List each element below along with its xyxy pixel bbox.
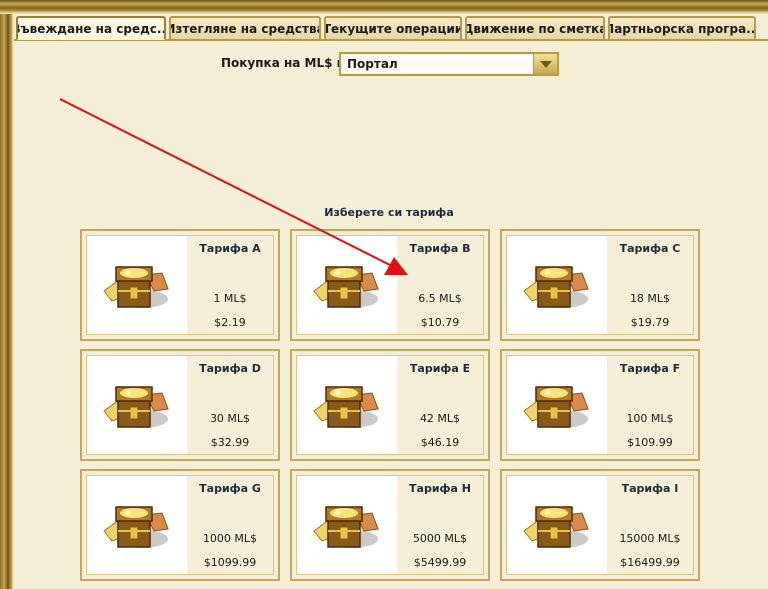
tariff-price: $16499.99 bbox=[620, 556, 680, 569]
tariff-card[interactable]: Тарифа F 100 ML$ $109.99 bbox=[500, 349, 700, 461]
treasure-chest-icon bbox=[297, 356, 397, 454]
purchase-location-select[interactable]: Портал bbox=[339, 52, 559, 76]
tab-partner-program[interactable]: Партньорска програ... bbox=[608, 16, 756, 40]
tariff-info: Тарифа A 1 ML$ $2.19 bbox=[187, 236, 273, 334]
tariff-card-inner: Тарифа E 42 ML$ $46.19 bbox=[296, 355, 484, 455]
tariff-info: Тарифа H 5000 ML$ $5499.99 bbox=[397, 476, 483, 574]
tariff-card-inner: Тарифа G 1000 ML$ $1099.99 bbox=[86, 475, 274, 575]
tab-current-operations[interactable]: Текущите операции bbox=[324, 16, 462, 40]
tariff-info: Тарифа F 100 ML$ $109.99 bbox=[607, 356, 693, 454]
tariff-name: Тарифа B bbox=[409, 242, 471, 255]
tariff-price: $46.19 bbox=[420, 436, 460, 449]
tariff-card-inner: Тарифа I 15000 ML$ $16499.99 bbox=[506, 475, 694, 575]
tariff-ml-amount: 5000 ML$ bbox=[412, 532, 468, 545]
tariff-card[interactable]: Тарифа H 5000 ML$ $5499.99 bbox=[290, 469, 490, 581]
treasure-chest-icon bbox=[87, 476, 187, 574]
purchase-label: Покупка на ML$ в: bbox=[221, 56, 350, 70]
tariff-name: Тарифа I bbox=[621, 482, 679, 495]
treasure-chest-icon bbox=[297, 236, 397, 334]
tariff-price: $10.79 bbox=[420, 316, 460, 329]
treasure-chest-icon bbox=[297, 476, 397, 574]
tariff-price: $109.99 bbox=[627, 436, 673, 449]
tariff-name: Тарифа F bbox=[619, 362, 681, 375]
tariff-ml-amount: 100 ML$ bbox=[626, 412, 674, 425]
tariff-ml-amount: 30 ML$ bbox=[209, 412, 251, 425]
tab-deposit[interactable]: Въвеждане на средс... bbox=[16, 16, 166, 40]
treasure-chest-icon bbox=[507, 356, 607, 454]
tariff-ml-amount: 1000 ML$ bbox=[202, 532, 258, 545]
tariff-name: Тарифа D bbox=[199, 362, 261, 375]
tariff-card[interactable]: Тарифа B 6.5 ML$ $10.79 bbox=[290, 229, 490, 341]
treasure-chest-icon bbox=[87, 236, 187, 334]
tariff-ml-amount: 42 ML$ bbox=[419, 412, 461, 425]
tariff-name: Тарифа C bbox=[619, 242, 681, 255]
tariff-price: $5499.99 bbox=[413, 556, 467, 569]
tariff-ml-amount: 18 ML$ bbox=[629, 292, 671, 305]
tariff-name: Тарифа A bbox=[199, 242, 261, 255]
tariff-price: $2.19 bbox=[214, 316, 246, 329]
tariff-card-inner: Тарифа F 100 ML$ $109.99 bbox=[506, 355, 694, 455]
tariff-ml-amount: 6.5 ML$ bbox=[418, 292, 462, 305]
tariff-grid: Тарифа A 1 ML$ $2.19 Тарифа B 6.5 ML$ $10.79… bbox=[80, 229, 700, 589]
tariff-card[interactable]: Тарифа E 42 ML$ $46.19 bbox=[290, 349, 490, 461]
tariff-name: Тарифа G bbox=[199, 482, 261, 495]
tariff-price: $1099.99 bbox=[203, 556, 257, 569]
tariff-ml-amount: 1 ML$ bbox=[213, 292, 247, 305]
tariff-card[interactable]: Тарифа A 1 ML$ $2.19 bbox=[80, 229, 280, 341]
tariff-card-inner: Тарифа H 5000 ML$ $5499.99 bbox=[296, 475, 484, 575]
tariff-ml-amount: 15000 ML$ bbox=[619, 532, 681, 545]
tariff-name: Тарифа E bbox=[409, 362, 471, 375]
window-frame-top bbox=[0, 0, 768, 14]
tariff-info: Тарифа C 18 ML$ $19.79 bbox=[607, 236, 693, 334]
treasure-chest-icon bbox=[507, 476, 607, 574]
tariff-card-inner: Тарифа C 18 ML$ $19.79 bbox=[506, 235, 694, 335]
tariff-card[interactable]: Тарифа D 30 ML$ $32.99 bbox=[80, 349, 280, 461]
tab-withdraw[interactable]: Изтегляне на средства bbox=[169, 16, 321, 40]
treasure-chest-icon bbox=[507, 236, 607, 334]
tariff-card-inner: Тарифа B 6.5 ML$ $10.79 bbox=[296, 235, 484, 335]
tariff-card-inner: Тарифа D 30 ML$ $32.99 bbox=[86, 355, 274, 455]
tariff-card[interactable]: Тарифа G 1000 ML$ $1099.99 bbox=[80, 469, 280, 581]
tariff-name: Тарифа H bbox=[409, 482, 471, 495]
tariff-card[interactable]: Тарифа C 18 ML$ $19.79 bbox=[500, 229, 700, 341]
tariff-card[interactable]: Тарифа I 15000 ML$ $16499.99 bbox=[500, 469, 700, 581]
tariff-price: $32.99 bbox=[210, 436, 250, 449]
tariff-info: Тарифа E 42 ML$ $46.19 bbox=[397, 356, 483, 454]
tariff-price: $19.79 bbox=[630, 316, 670, 329]
tariff-info: Тарифа B 6.5 ML$ $10.79 bbox=[397, 236, 483, 334]
tariff-info: Тарифа G 1000 ML$ $1099.99 bbox=[187, 476, 273, 574]
tariff-info: Тарифа D 30 ML$ $32.99 bbox=[187, 356, 273, 454]
purchase-location-value: Портал bbox=[347, 57, 398, 71]
tariff-card-inner: Тарифа A 1 ML$ $2.19 bbox=[86, 235, 274, 335]
tab-account-movement[interactable]: Движение по сметка bbox=[465, 16, 605, 40]
treasure-chest-icon bbox=[87, 356, 187, 454]
choose-tariff-heading: Изберете си тарифа bbox=[324, 206, 454, 219]
purchase-row: Покупка на ML$ в: Портал bbox=[0, 52, 768, 76]
tab-bar: Въвеждане на средс... Изтегляне на средс… bbox=[16, 16, 768, 40]
tariff-info: Тарифа I 15000 ML$ $16499.99 bbox=[607, 476, 693, 574]
chevron-down-icon[interactable] bbox=[533, 54, 557, 74]
